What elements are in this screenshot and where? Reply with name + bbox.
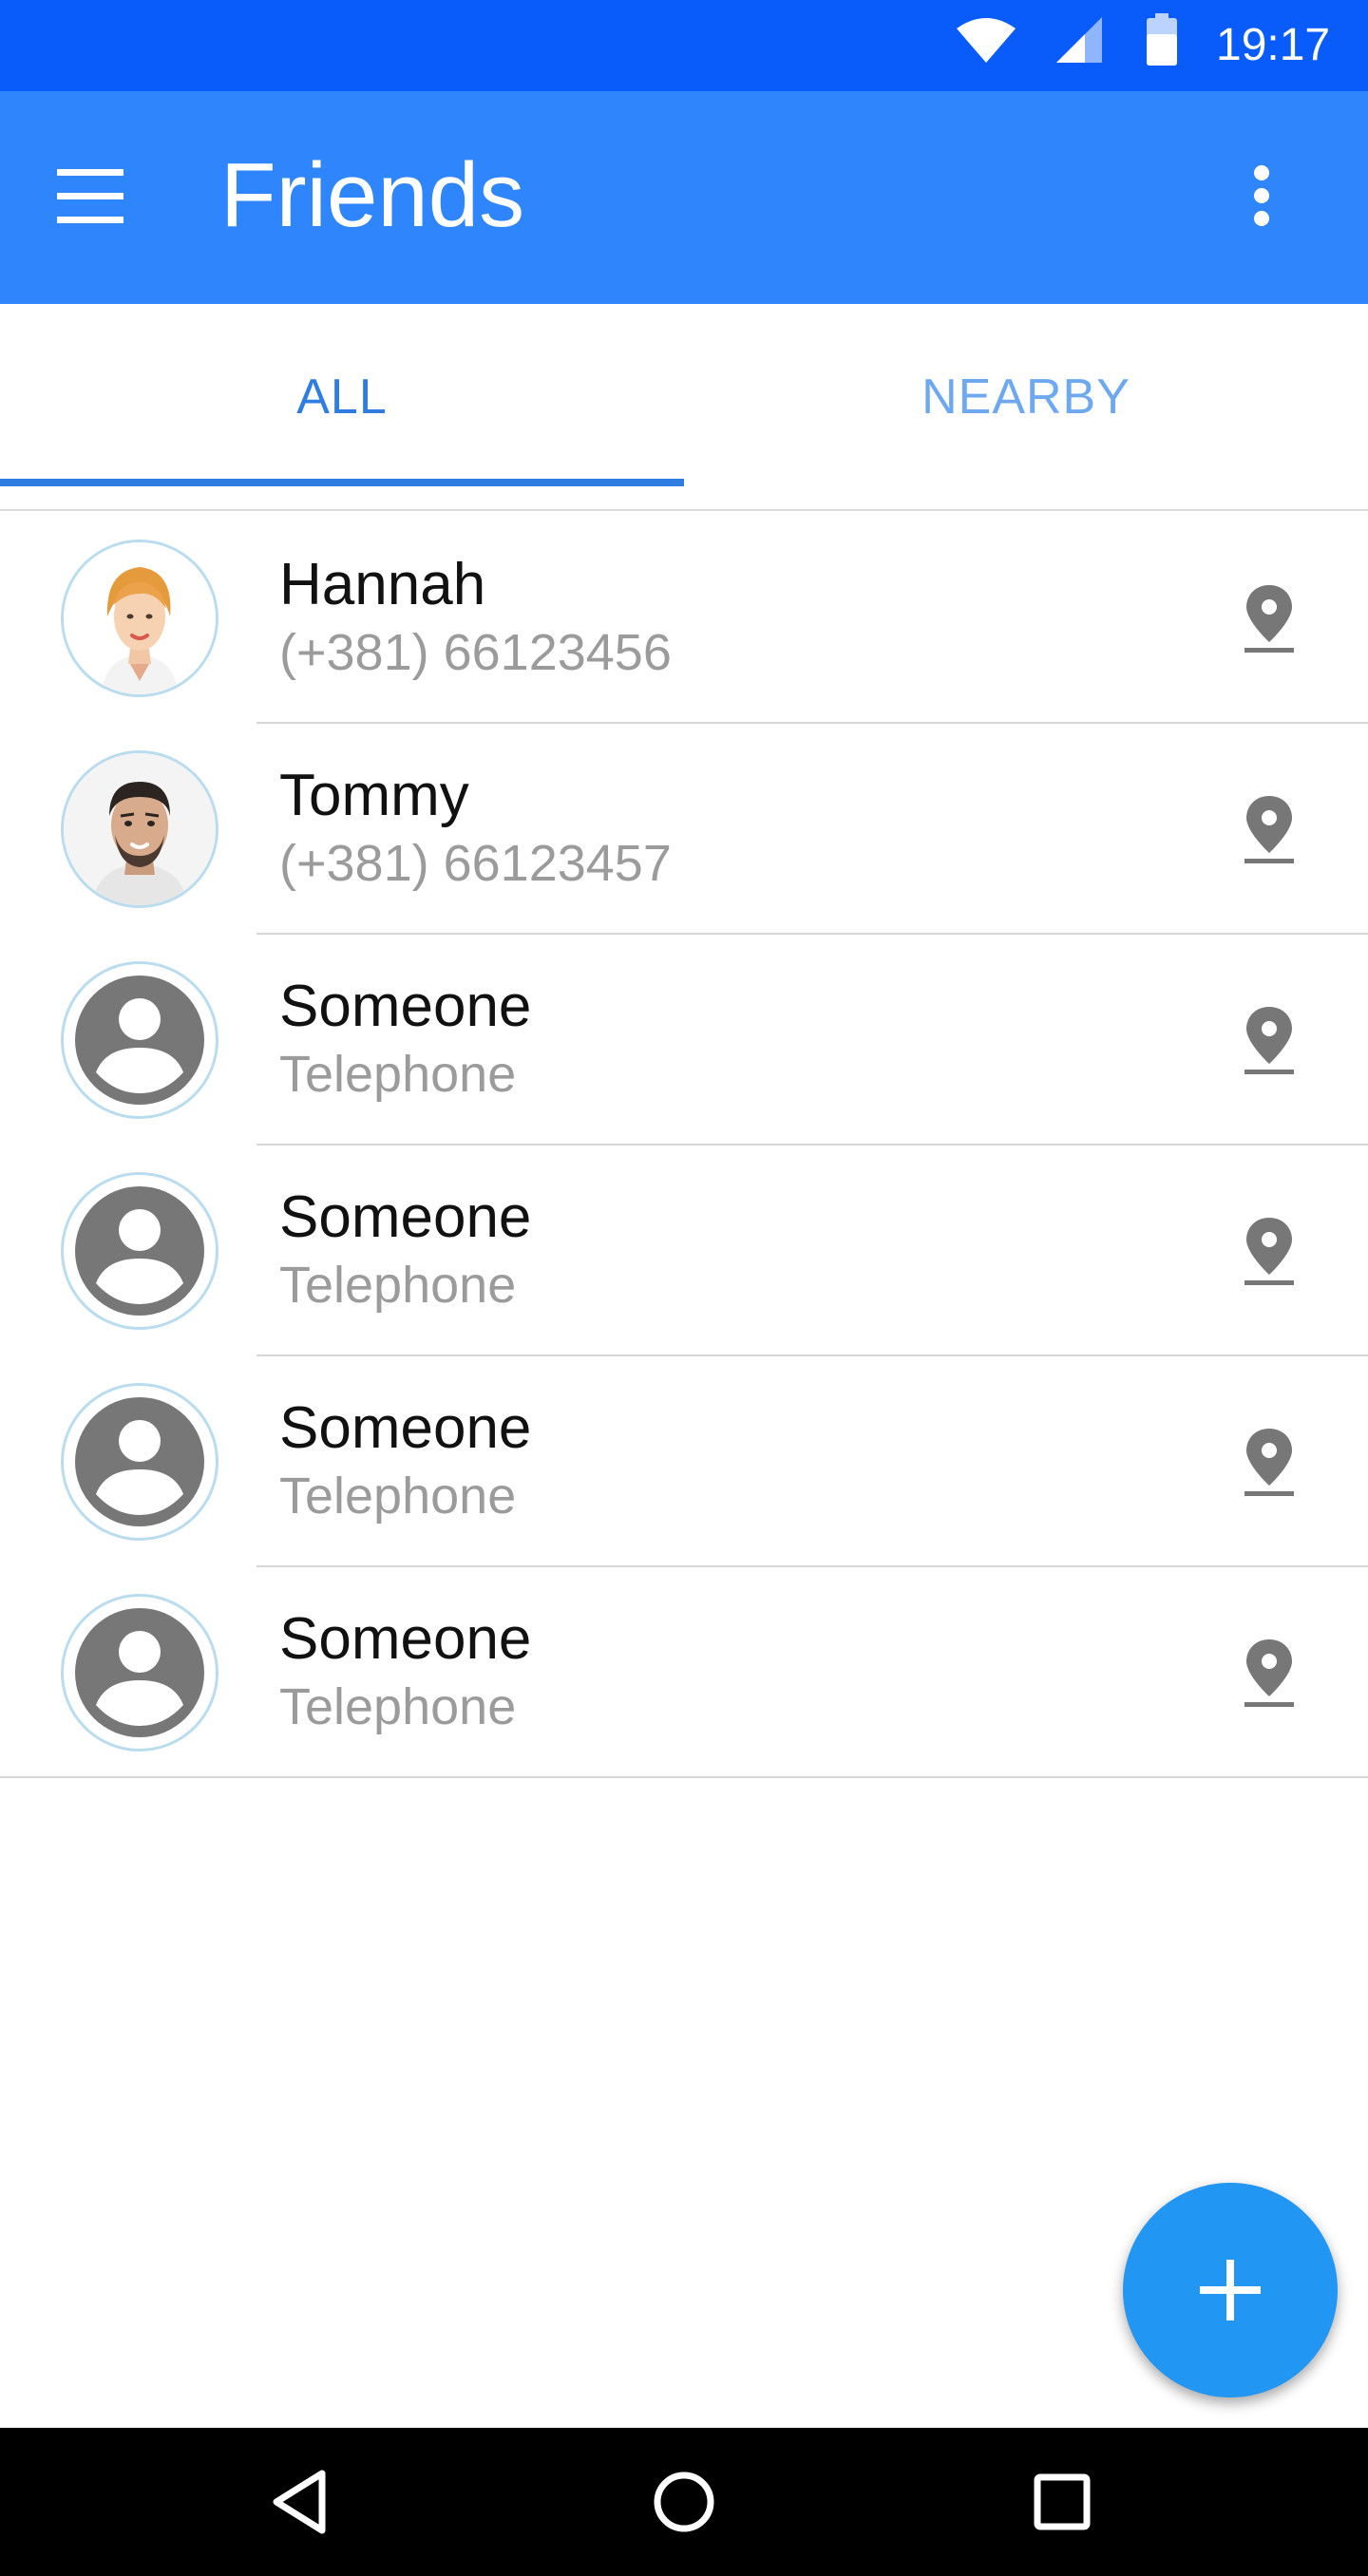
home-circle-icon — [654, 2472, 714, 2532]
location-button[interactable] — [1231, 1001, 1307, 1077]
person-placeholder-icon — [75, 975, 204, 1105]
back-triangle-icon — [273, 2470, 326, 2534]
avatar — [61, 1383, 218, 1541]
friend-name: Hannah — [279, 552, 486, 617]
wifi-icon — [955, 15, 1017, 69]
list-item[interactable]: Tommy (+381) 66123457 — [0, 724, 1368, 935]
friend-phone: Telephone — [279, 1046, 517, 1103]
status-bar: 19:17 — [0, 0, 1368, 91]
location-button[interactable] — [1231, 1634, 1307, 1710]
list-item[interactable]: Someone Telephone — [0, 1567, 1368, 1778]
avatar — [61, 1594, 218, 1752]
location-button[interactable] — [1231, 1423, 1307, 1499]
menu-button[interactable] — [48, 158, 139, 237]
person-placeholder-icon — [75, 1397, 204, 1526]
tab-selected-indicator — [0, 479, 684, 486]
list-item[interactable]: Someone Telephone — [0, 1356, 1368, 1567]
friend-name: Someone — [279, 1395, 532, 1461]
friend-name: Someone — [279, 1606, 532, 1672]
avatar — [61, 1172, 218, 1330]
location-pin-icon — [1244, 1429, 1294, 1496]
nav-back-button[interactable] — [263, 2464, 339, 2540]
woman-photo-avatar — [64, 542, 216, 694]
nav-recents-button[interactable] — [1024, 2464, 1100, 2540]
location-pin-icon — [1244, 1639, 1294, 1707]
friend-phone: Telephone — [279, 1678, 517, 1735]
list-item[interactable]: Someone Telephone — [0, 935, 1368, 1146]
cell-signal-icon — [1054, 15, 1104, 69]
battery-icon — [1145, 13, 1179, 71]
friend-name: Tommy — [279, 763, 469, 828]
nav-home-button[interactable] — [646, 2464, 722, 2540]
page-title: Friends — [220, 144, 525, 246]
friend-name: Someone — [279, 974, 532, 1039]
list-item[interactable]: Someone Telephone — [0, 1146, 1368, 1356]
more-vert-icon — [1254, 165, 1269, 226]
location-pin-icon — [1244, 796, 1294, 863]
list-divider — [0, 1776, 1368, 1778]
friend-phone: Telephone — [279, 1257, 517, 1314]
overflow-menu-button[interactable] — [1235, 158, 1288, 237]
tab-bar: ALL NEARBY — [0, 304, 1368, 511]
tab-all[interactable]: ALL — [0, 304, 684, 490]
list-item[interactable]: Hannah (+381) 66123456 — [0, 513, 1368, 724]
friend-phone: (+381) 66123457 — [279, 835, 672, 892]
location-button[interactable] — [1231, 579, 1307, 655]
friend-phone: (+381) 66123456 — [279, 624, 672, 681]
location-button[interactable] — [1231, 1212, 1307, 1288]
location-button[interactable] — [1231, 790, 1307, 866]
friend-phone: Telephone — [279, 1468, 517, 1525]
avatar — [61, 540, 218, 697]
friends-list: Hannah (+381) 66123456 Tommy (+381) 6612… — [0, 513, 1368, 1778]
app-bar: Friends — [0, 91, 1368, 304]
recents-square-icon — [1034, 2473, 1091, 2530]
friends-screen: 19:17 Friends ALL NEARBY Hannah (+381) 6… — [0, 0, 1368, 2576]
friend-name: Someone — [279, 1184, 532, 1250]
location-pin-icon — [1244, 1218, 1294, 1285]
location-pin-icon — [1244, 585, 1294, 653]
plus-icon — [1200, 2260, 1261, 2320]
add-friend-button[interactable] — [1123, 2183, 1338, 2397]
man-photo-avatar — [64, 753, 216, 905]
hamburger-menu-icon — [57, 169, 127, 223]
location-pin-icon — [1244, 1007, 1294, 1074]
status-clock: 19:17 — [1216, 20, 1331, 70]
avatar — [61, 750, 218, 908]
person-placeholder-icon — [75, 1608, 204, 1737]
tab-nearby[interactable]: NEARBY — [684, 304, 1368, 490]
avatar — [61, 961, 218, 1119]
person-placeholder-icon — [75, 1186, 204, 1316]
system-nav-bar — [0, 2428, 1368, 2576]
